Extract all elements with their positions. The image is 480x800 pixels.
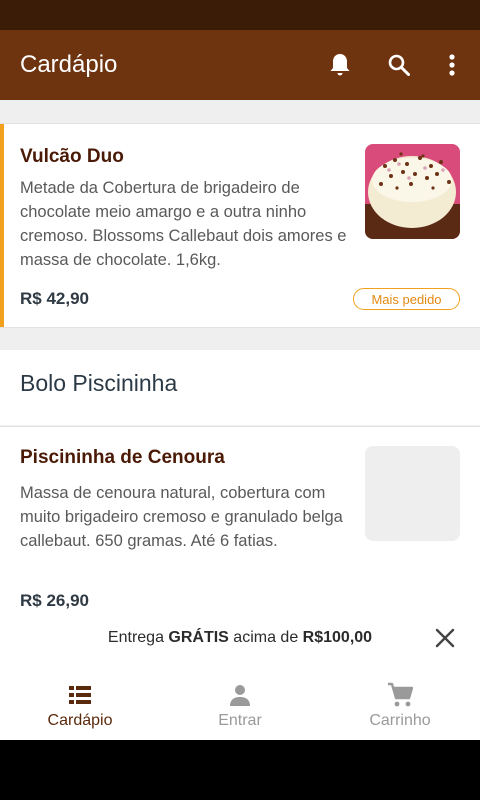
more-options-button[interactable] xyxy=(439,52,465,78)
product-image xyxy=(365,144,460,239)
nav-label: Cardápio xyxy=(47,712,113,729)
product-price: R$ 42,90 xyxy=(20,289,89,308)
notifications-button[interactable] xyxy=(327,52,353,78)
more-vert-icon xyxy=(449,54,455,76)
nav-label: Carrinho xyxy=(369,712,431,729)
close-banner-button[interactable] xyxy=(434,627,456,649)
category-header: Bolo Piscininha xyxy=(0,350,480,425)
product-price: R$ 26,90 xyxy=(20,591,89,610)
delivery-prefix: Entrega xyxy=(107,629,169,646)
free-delivery-banner: Entrega GRÁTIS acima de R$100,00 xyxy=(0,610,480,665)
bell-icon xyxy=(330,54,350,76)
delivery-middle: acima de xyxy=(228,629,303,646)
person-icon xyxy=(226,681,254,709)
nav-label: Entrar xyxy=(218,712,262,729)
product-description: Metade da Cobertura de brigadeiro de cho… xyxy=(20,179,347,269)
delivery-free: GRÁTIS xyxy=(168,629,229,646)
category-title: Bolo Piscininha xyxy=(20,370,178,396)
status-bar xyxy=(0,0,480,30)
product-image-placeholder xyxy=(365,446,460,541)
cart-icon xyxy=(386,681,414,709)
nav-item-cardapio[interactable]: Cardápio xyxy=(0,665,160,740)
product-card[interactable]: Vulcão Duo Metade da Cobertura de brigad… xyxy=(0,123,480,328)
product-name: Piscininha de Cenoura xyxy=(20,447,225,468)
search-icon xyxy=(388,54,410,76)
highlight-accent-bar xyxy=(0,124,4,327)
nav-item-carrinho[interactable]: Carrinho xyxy=(320,665,480,740)
close-icon xyxy=(435,628,455,648)
product-name: Vulcão Duo xyxy=(20,146,124,167)
product-description: Massa de cenoura natural, cobertura com … xyxy=(20,484,343,550)
search-button[interactable] xyxy=(386,52,412,78)
bottom-navigation: Cardápio Entrar Carrinho xyxy=(0,665,480,740)
nav-item-entrar[interactable]: Entrar xyxy=(160,665,320,740)
most-ordered-badge: Mais pedido xyxy=(353,288,460,310)
menu-list-icon xyxy=(66,681,94,709)
system-nav-area xyxy=(0,740,480,800)
delivery-amount: R$100,00 xyxy=(302,629,373,646)
menu-content[interactable]: Vulcão Duo Metade da Cobertura de brigad… xyxy=(0,100,480,660)
delivery-message: Entrega GRÁTIS acima de R$100,00 xyxy=(0,629,480,647)
